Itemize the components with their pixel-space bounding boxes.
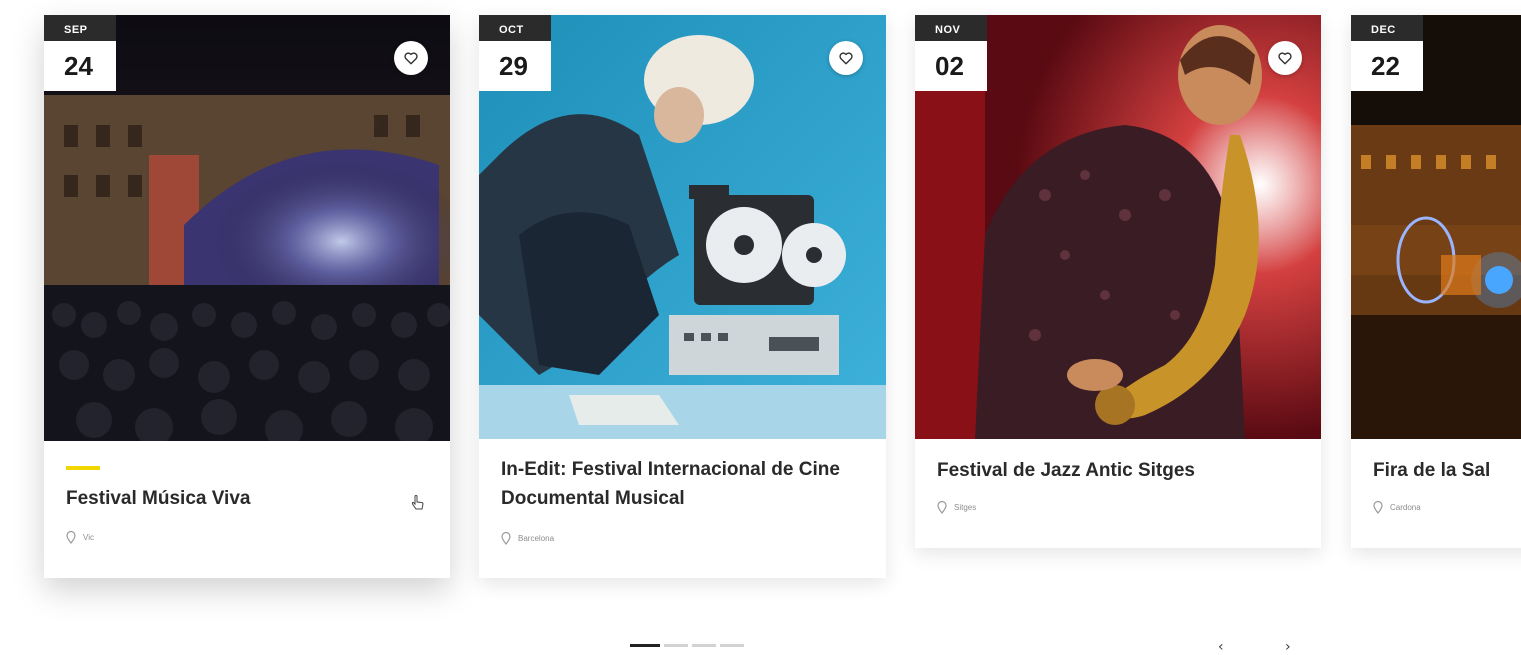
location-pin-icon bbox=[66, 531, 76, 544]
event-location: Sitges bbox=[937, 501, 976, 514]
accent-bar bbox=[66, 466, 100, 470]
date-badge: SEP 24 bbox=[44, 15, 116, 91]
pagination-dot-1[interactable] bbox=[630, 644, 660, 647]
event-title[interactable]: In-Edit: Festival Internacional de Cine … bbox=[501, 455, 864, 513]
date-day: 24 bbox=[44, 41, 116, 91]
location-pin-icon bbox=[937, 501, 947, 514]
card-body: Festival Música Viva Vic bbox=[44, 441, 450, 578]
location-label: Vic bbox=[83, 533, 94, 542]
location-pin-icon bbox=[1373, 501, 1383, 514]
location-pin-icon bbox=[501, 532, 511, 545]
event-location: Vic bbox=[66, 531, 94, 544]
event-card[interactable]: SEP 24 Festival Música Viva Vic bbox=[44, 15, 450, 578]
card-body: Fira de la Sal Cardona bbox=[1351, 439, 1521, 548]
pagination-dot-2[interactable] bbox=[664, 644, 688, 647]
event-card[interactable]: DEC 22 Fira de la Sal Cardona bbox=[1351, 15, 1521, 548]
date-day: 29 bbox=[479, 41, 551, 91]
location-label: Sitges bbox=[954, 503, 977, 512]
event-title[interactable]: Fira de la Sal bbox=[1373, 456, 1521, 485]
event-location: Barcelona bbox=[501, 532, 554, 545]
date-badge: DEC 22 bbox=[1351, 15, 1423, 91]
date-month: OCT bbox=[479, 15, 551, 41]
event-card[interactable]: OCT 29 In-Edit: Festival Internacional d… bbox=[479, 15, 886, 578]
event-title[interactable]: Festival de Jazz Antic Sitges bbox=[937, 456, 1299, 485]
pagination-dot-3[interactable] bbox=[692, 644, 716, 647]
heart-icon bbox=[1278, 51, 1292, 64]
event-title[interactable]: Festival Música Viva bbox=[66, 484, 428, 513]
date-month: NOV bbox=[915, 15, 987, 41]
chevron-left-icon[interactable]: ‹ bbox=[1218, 639, 1224, 655]
carousel-pagination bbox=[630, 644, 744, 647]
heart-icon bbox=[404, 51, 418, 64]
events-carousel: SEP 24 Festival Música Viva Vic OCT 29 I… bbox=[0, 0, 1521, 655]
date-month: SEP bbox=[44, 15, 116, 41]
event-location: Cardona bbox=[1373, 501, 1421, 514]
location-label: Barcelona bbox=[518, 534, 555, 543]
card-body: In-Edit: Festival Internacional de Cine … bbox=[479, 439, 886, 578]
pagination-dot-4[interactable] bbox=[720, 644, 744, 647]
date-month: DEC bbox=[1351, 15, 1423, 41]
date-day: 02 bbox=[915, 41, 987, 91]
event-card[interactable]: NOV 02 Festival de Jazz Antic Sitges Sit… bbox=[915, 15, 1321, 548]
chevron-right-icon[interactable]: › bbox=[1285, 639, 1291, 655]
date-badge: OCT 29 bbox=[479, 15, 551, 91]
favorite-button[interactable] bbox=[829, 41, 863, 75]
card-body: Festival de Jazz Antic Sitges Sitges bbox=[915, 439, 1321, 548]
heart-icon bbox=[839, 51, 853, 64]
date-badge: NOV 02 bbox=[915, 15, 987, 91]
hand-pointer-icon bbox=[411, 495, 424, 510]
favorite-button[interactable] bbox=[1268, 41, 1302, 75]
favorite-button[interactable] bbox=[394, 41, 428, 75]
location-label: Cardona bbox=[1390, 503, 1421, 512]
date-day: 22 bbox=[1351, 41, 1423, 91]
